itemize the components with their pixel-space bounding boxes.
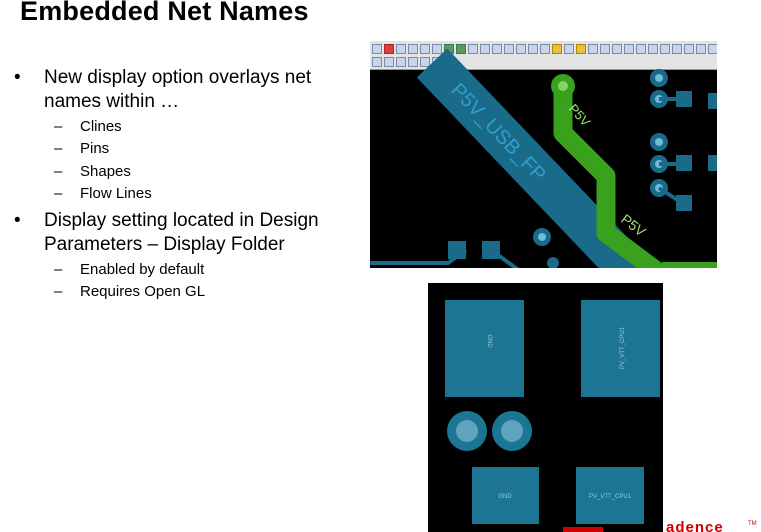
bullet-text-line: Display setting located in Design xyxy=(44,210,319,231)
bullet-marker: • xyxy=(14,67,21,88)
sub-marker: – xyxy=(54,261,63,278)
bullet-text-line: Parameters – Display Folder xyxy=(44,234,285,255)
pad-label: PV_VTT_CPU1 xyxy=(589,494,632,500)
pad-label: GND xyxy=(486,334,492,348)
via-hole xyxy=(655,138,663,146)
sub-marker: – xyxy=(54,140,63,157)
sub-marker: – xyxy=(54,283,63,300)
bullet-text-line: names within … xyxy=(44,91,180,112)
pad-label: PV_VTT_CPU1 xyxy=(620,326,626,369)
bullet-marker: • xyxy=(14,210,21,231)
sub-marker: – xyxy=(54,185,63,202)
sub-item-text: Flow Lines xyxy=(80,185,152,202)
via-hole xyxy=(655,74,663,82)
pcb-screenshot-pads: GND PV_VTT_CPU1 GND PV_VTT_CPU1 xyxy=(428,283,663,532)
pcb-traces-canvas: P5V_USB_FP P5V P5V xyxy=(370,48,717,268)
sub-marker: – xyxy=(54,163,63,180)
logo-mark xyxy=(563,527,603,532)
logo-trademark: TM xyxy=(748,521,757,527)
via-green-hole xyxy=(558,81,568,91)
sub-item-text: Enabled by default xyxy=(80,261,205,278)
trace-p5v-bottom xyxy=(662,262,717,268)
sub-item-text: Shapes xyxy=(80,163,131,180)
sub-item-text: Pins xyxy=(80,140,110,157)
via-hole xyxy=(456,420,478,442)
sub-item-text: Clines xyxy=(80,118,122,135)
via-hole xyxy=(501,420,523,442)
pad xyxy=(445,300,524,397)
pad xyxy=(708,155,717,171)
pad xyxy=(708,93,717,109)
pad-label: GND xyxy=(498,494,512,500)
via-hole xyxy=(538,233,546,241)
pcb-pads-canvas: GND PV_VTT_CPU1 GND PV_VTT_CPU1 xyxy=(445,300,660,524)
page-title: Embedded Net Names xyxy=(20,0,309,26)
sub-item-text: Requires Open GL xyxy=(80,283,206,300)
company-logo: adence TM xyxy=(563,519,757,532)
bullet-text-line: New display option overlays net xyxy=(44,67,312,88)
logo-text: adence xyxy=(666,519,724,532)
pcb-screenshot-traces: P5V_USB_FP P5V P5V xyxy=(370,41,717,268)
sub-marker: – xyxy=(54,118,63,135)
